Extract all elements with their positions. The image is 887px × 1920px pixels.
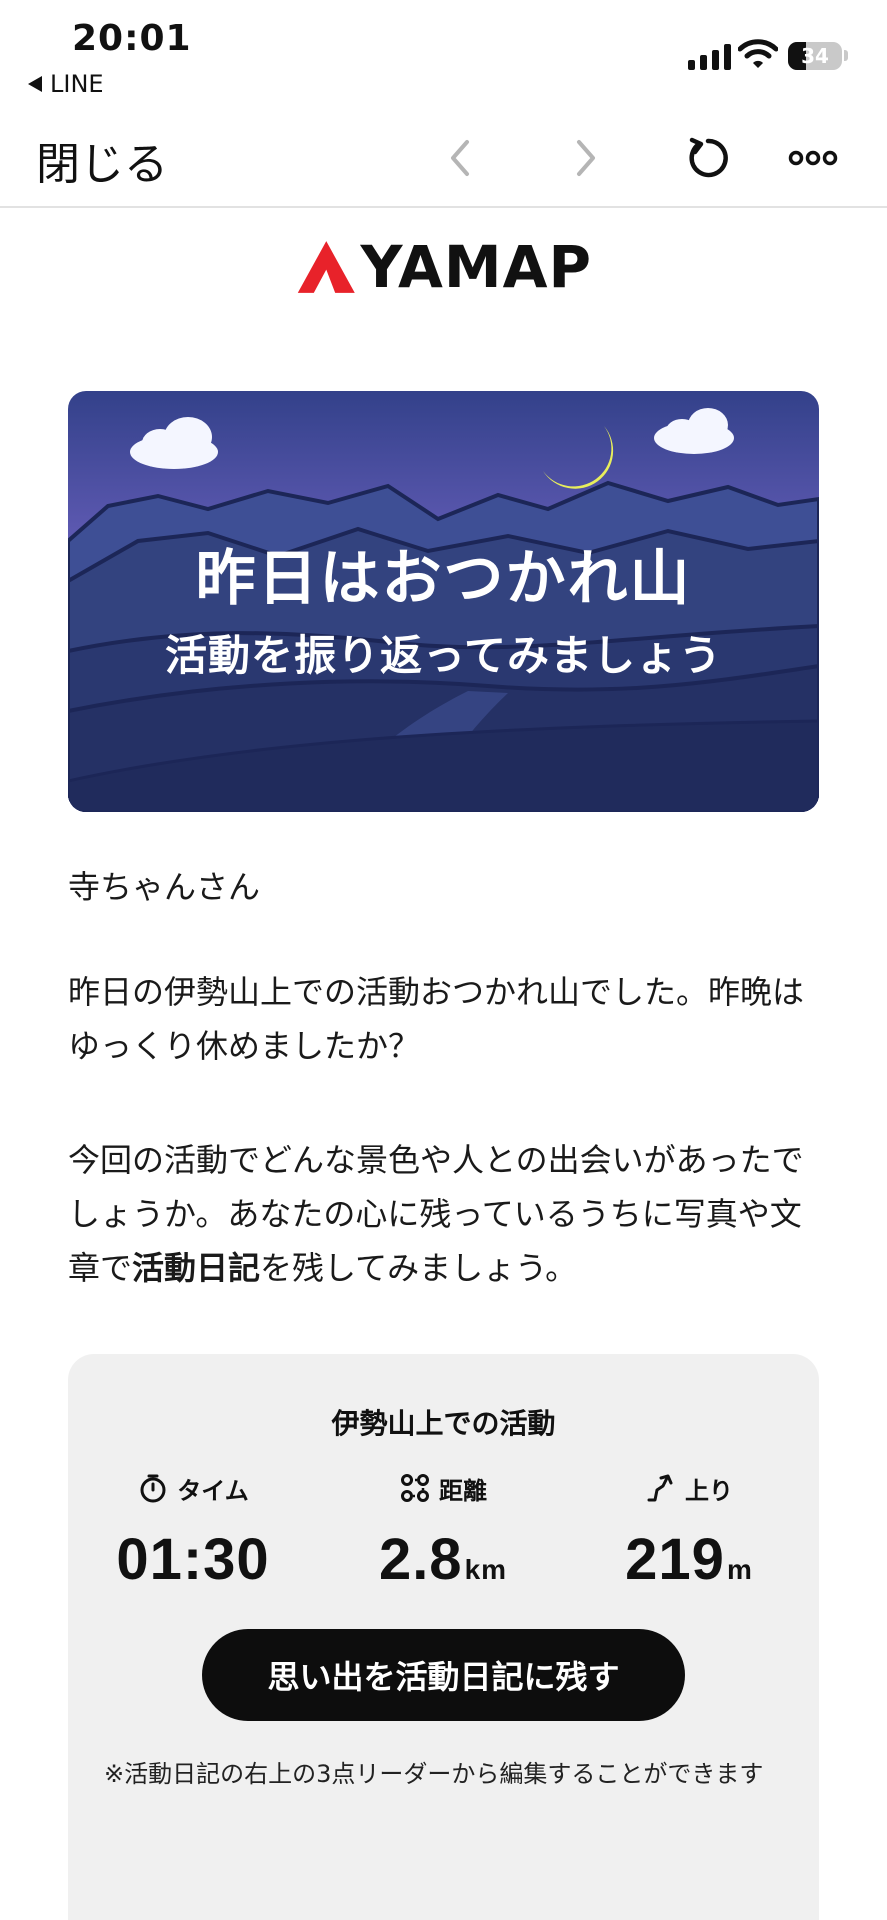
signal-bars-icon bbox=[688, 44, 731, 70]
message-paragraph-2: 今回の活動でどんな景色や人との出会いがあったでしょうか。あなたの心に残っているう… bbox=[68, 1133, 828, 1295]
stat-time-value: 01:30 bbox=[116, 1527, 270, 1592]
chevron-left-icon[interactable] bbox=[432, 130, 488, 186]
yamap-mountain-icon bbox=[297, 241, 355, 293]
battery-icon: 34 bbox=[788, 42, 842, 70]
paragraph2-text-after: を残してみましょう。 bbox=[260, 1249, 578, 1287]
activity-stats-card: 伊勢山上での活動 タイム 01:30 距離 2.8km 上り 219m 思い出を… bbox=[68, 1354, 819, 1920]
message-paragraph-1: 昨日の伊勢山上での活動おつかれ山でした。昨晩はゆっくり休めましたか？ bbox=[68, 973, 805, 1065]
stat-ascent: 上り 219m bbox=[564, 1470, 814, 1593]
stat-distance-label: 距離 bbox=[439, 1476, 487, 1505]
more-dots-icon[interactable] bbox=[785, 130, 841, 186]
stat-distance: 距離 2.8km bbox=[318, 1470, 568, 1593]
stats-title: 伊勢山上での活動 bbox=[331, 1407, 556, 1440]
battery-nub bbox=[844, 50, 848, 61]
edit-note: ※活動日記の右上の3点リーダーから編集することができます bbox=[104, 1760, 764, 1788]
chevron-right-icon[interactable] bbox=[558, 130, 614, 186]
ascent-arrow-icon bbox=[647, 1474, 673, 1502]
wifi-icon bbox=[738, 39, 778, 68]
banner-title: 昨日はおつかれ山 bbox=[195, 544, 692, 614]
save-to-activity-diary-button[interactable]: 思い出を活動日記に残す bbox=[202, 1629, 685, 1721]
close-button[interactable]: 閉じる bbox=[36, 128, 168, 192]
back-app-label: LINE bbox=[50, 70, 104, 98]
reload-icon[interactable] bbox=[680, 130, 736, 186]
battery-level: 34 bbox=[801, 44, 829, 68]
stat-ascent-value: 219 bbox=[625, 1527, 725, 1592]
logo-text: YAMAP bbox=[360, 233, 592, 301]
back-triangle-icon bbox=[28, 76, 42, 92]
stat-distance-value: 2.8 bbox=[378, 1527, 463, 1592]
stat-time: タイム 01:30 bbox=[68, 1470, 318, 1593]
route-distance-icon bbox=[401, 1474, 429, 1502]
stopwatch-icon bbox=[140, 1474, 166, 1503]
greeting-text: 寺ちゃんさん bbox=[68, 868, 261, 906]
stat-time-label: タイム bbox=[177, 1476, 249, 1505]
status-time: 20:01 bbox=[72, 18, 192, 59]
back-to-app-link[interactable]: LINE bbox=[28, 70, 104, 98]
yamap-logo: YAMAP bbox=[296, 234, 592, 300]
stat-ascent-label: 上り bbox=[685, 1476, 733, 1505]
browser-nav-bar: 閉じる bbox=[0, 110, 887, 208]
status-bar: 20:01 LINE 34 bbox=[0, 0, 887, 110]
activity-diary-emphasis: 活動日記 bbox=[132, 1249, 261, 1287]
stat-ascent-unit: m bbox=[726, 1554, 753, 1585]
stat-distance-unit: km bbox=[464, 1554, 508, 1585]
banner-subtitle: 活動を振り返ってみましょう bbox=[165, 631, 722, 680]
